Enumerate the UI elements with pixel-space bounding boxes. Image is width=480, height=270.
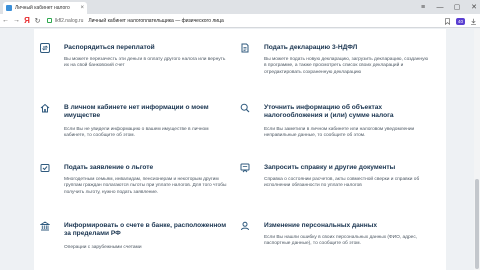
address-bar[interactable]: lkfl2.nalog.ru Личный кабинет налогоплат… (47, 18, 224, 24)
maximize-icon[interactable]: ▢ (453, 3, 461, 11)
card-title[interactable]: Изменение персональных данных (264, 222, 430, 230)
reload-icon[interactable]: ↻ (32, 17, 43, 25)
benefit-icon (40, 164, 50, 172)
scrollbar[interactable] (474, 29, 480, 270)
declaration-icon (241, 43, 249, 53)
personal-data-icon (241, 221, 249, 231)
certificate-icon (240, 163, 250, 173)
site-favicon-icon (6, 5, 12, 11)
bookmark-icon[interactable] (444, 17, 451, 25)
minimize-icon[interactable]: — (436, 4, 444, 11)
card-description: Если Вы нашли ошибку в своих персональны… (264, 235, 418, 247)
card-description: Если Вы не увидели информацию о вашем им… (64, 127, 209, 139)
card-title[interactable]: Подать декларацию 3-НДФЛ (264, 44, 430, 52)
card-description: Многодетным семьям, инвалидам, пенсионер… (64, 177, 227, 195)
browser-toolbar: ← → Я ↻ lkfl2.nalog.ru Личный кабинет на… (0, 14, 480, 28)
window-controls: ≡ — ▢ ✕ (419, 0, 478, 14)
close-window-icon[interactable]: ✕ (470, 3, 478, 11)
tab-title: Личный кабинет налого (15, 5, 70, 11)
yandex-logo[interactable]: Я (22, 16, 32, 25)
card-description: Вы можете перезачесть эти деньги в оплат… (64, 57, 226, 69)
browser-tab[interactable]: Личный кабинет налого × (3, 2, 87, 14)
download-icon[interactable] (470, 18, 477, 25)
search-check-icon (240, 103, 250, 113)
lock-icon (47, 18, 52, 23)
transfer-icon (40, 43, 50, 53)
card-description: Операции с зарубежными счетами (64, 245, 142, 250)
services-panel: Распорядиться переплатой Вы можете перез… (34, 29, 446, 270)
forward-icon[interactable]: → (11, 17, 22, 24)
toolbar-right: 40 (444, 14, 477, 28)
card-description: Справка о состоянии расчетов, акты совме… (264, 177, 420, 189)
card-title[interactable]: Подать заявление о льготе (64, 164, 230, 172)
scrollbar-thumb[interactable] (475, 179, 479, 269)
card-title[interactable]: Уточнить информацию об объектах налогооб… (264, 104, 430, 120)
card-description: Если Вы заметили в личном кабинете или н… (264, 127, 415, 139)
browser-tab-bar: Личный кабинет налого × ≡ — ▢ ✕ (0, 0, 480, 14)
bank-icon (40, 221, 50, 231)
menu-icon[interactable]: ≡ (419, 4, 427, 11)
card-description: Вы можете подать новую декларацию, загру… (264, 57, 429, 75)
back-icon[interactable]: ← (0, 17, 11, 24)
tab-close-icon[interactable]: × (80, 5, 84, 11)
page-content: Распорядиться переплатой Вы можете перез… (0, 29, 480, 270)
card-title[interactable]: В личном кабинете нет информации о моем … (64, 104, 230, 120)
card-title[interactable]: Информировать о счете в банке, расположе… (64, 222, 230, 238)
extension-badge[interactable]: 40 (455, 17, 465, 25)
property-icon (40, 103, 50, 113)
page-title: Личный кабинет налогоплательщика — физич… (88, 17, 224, 24)
card-title[interactable]: Запросить справку и другие документы (264, 164, 430, 172)
url-host: lkfl2.nalog.ru (55, 17, 84, 24)
card-title[interactable]: Распорядиться переплатой (64, 44, 230, 52)
